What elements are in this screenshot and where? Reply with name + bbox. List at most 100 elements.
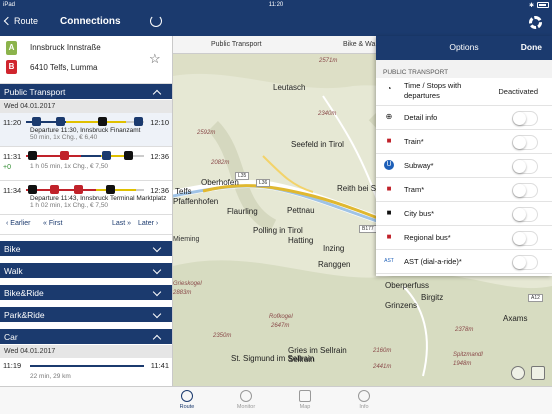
section-walk[interactable]: Walk (0, 263, 172, 279)
connection-departure-info: Departure 11:30, Innsbruck Finanzamt (30, 127, 141, 134)
section-park-and-ride[interactable]: Park&Ride (0, 307, 172, 323)
section-bike-and-ride[interactable]: Bike&Ride (0, 285, 172, 301)
done-button[interactable]: Done (521, 42, 542, 52)
city-bus-toggle[interactable] (512, 207, 538, 222)
car-route-bar (30, 365, 144, 367)
origin-label: Innsbruck Innstraße (30, 43, 101, 52)
tab-map[interactable]: Map (285, 390, 325, 410)
section-car[interactable]: Car (0, 329, 172, 345)
first-label: First (48, 220, 63, 227)
destination-pin-icon: B (6, 60, 17, 74)
place-label: Grinzens (385, 301, 418, 310)
tab-label: Route (179, 404, 195, 410)
train-icon: ■ (386, 136, 392, 145)
section-label: Car (4, 332, 18, 342)
option-time-stops[interactable]: ◔ Time / Stops with departures Deactivat… (376, 78, 552, 106)
section-public-transport[interactable]: Public Transport (0, 84, 172, 100)
route-summary[interactable]: A Innsbruck Innstraße B 6410 Telfs, Lumm… (0, 36, 172, 84)
car-connection-row[interactable]: 11:19 11:41 22 min, 29 km (0, 358, 172, 386)
earlier-button[interactable]: ‹ Earlier (6, 220, 31, 227)
peak-label: 2592m (197, 130, 216, 136)
peak-label: Spitzmandl (453, 352, 483, 358)
journey-track (26, 117, 144, 126)
tram-toggle[interactable] (512, 183, 538, 198)
refresh-icon[interactable] (150, 15, 162, 27)
chevron-down-icon (152, 265, 162, 275)
tab-route[interactable]: Route (167, 390, 207, 410)
place-label: Oberperfuss (385, 281, 430, 290)
peak-label: 2378m (455, 327, 474, 333)
date-header: Wed 04.01.2017 (0, 345, 172, 358)
favorite-star-icon[interactable]: ☆ (149, 51, 161, 67)
subway-icon: U (384, 160, 394, 170)
tab-monitor[interactable]: Monitor (226, 390, 266, 410)
regional-bus-toggle[interactable] (512, 231, 538, 246)
option-label: Detail info (404, 113, 438, 122)
place-label: Pfaffenhofen (173, 197, 219, 206)
connection-departure-info: Departure 11:43, Innsbruck Terminal Mark… (30, 195, 167, 202)
option-label: City bus* (404, 209, 435, 218)
place-label: St. Sigmund im Sellrain (231, 354, 315, 363)
section-bike[interactable]: Bike (0, 241, 172, 257)
map-layers-icon[interactable] (531, 366, 545, 380)
section-label: Bike&Ride (4, 288, 44, 298)
connection-row[interactable]: 11:34 12:36 Departure 11:43, Innsbruck T… (0, 181, 172, 215)
detail-info-toggle[interactable] (512, 111, 538, 126)
peak-label: 2571m (319, 58, 338, 64)
bluetooth-icon: ✱ (528, 3, 534, 9)
back-button[interactable]: Route (3, 16, 38, 26)
subway-toggle[interactable] (512, 159, 538, 174)
delay-badge: +0 (3, 164, 11, 171)
road-badge: B177 (359, 225, 377, 233)
walk-icon (102, 151, 111, 160)
compass-icon (181, 390, 193, 402)
option-regional-bus: ■ Regional bus* (376, 226, 552, 250)
option-label: AST (dial-a-ride)* (404, 257, 462, 266)
peak-label: 1948m (453, 361, 472, 367)
first-button[interactable]: « First (43, 220, 62, 227)
departure-time: 11:19 (3, 361, 22, 370)
peak-label: 2441m (373, 364, 392, 370)
connection-duration-info: 50 min, 1x Chg., € 6,40 (30, 134, 98, 141)
chevron-down-icon (152, 309, 162, 319)
bus-icon (28, 185, 37, 194)
journey-track (26, 151, 144, 160)
section-label: Walk (4, 266, 23, 276)
option-label: Tram* (404, 185, 425, 194)
peak-label: 2340m (318, 111, 337, 117)
option-label: Time / Stops with departures (404, 81, 462, 100)
tab-public-transport[interactable]: Public Transport (211, 41, 262, 48)
connections-panel: A Innsbruck Innstraße B 6410 Telfs, Lumm… (0, 36, 173, 386)
place-label: Birgitz (421, 293, 444, 302)
journey-track (26, 185, 144, 194)
train-toggle[interactable] (512, 135, 538, 150)
bus-icon (98, 117, 107, 126)
option-detail-info: ⊕ Detail info (376, 106, 552, 130)
walk-icon (134, 117, 143, 126)
connection-row[interactable]: 11:20 12:10 Departure 11:30, Innsbruck F… (0, 113, 172, 147)
road-badge: A12 (528, 294, 543, 302)
info-icon (358, 390, 370, 402)
last-label: Last (112, 220, 126, 227)
last-button[interactable]: Last » (112, 220, 131, 227)
connection-duration-info: 1 h 02 min, 1x Chg., € 7,50 (30, 202, 109, 209)
tab-bar: Route Monitor Map Info (0, 386, 552, 414)
tab-info[interactable]: Info (344, 390, 384, 410)
road-badge: L36 (256, 179, 271, 187)
connection-row[interactable]: 11:31 +0 12:36 1 h 05 min, 1x Chg., € 7,… (0, 147, 172, 181)
bus-icon (28, 151, 37, 160)
later-button[interactable]: Later › (138, 220, 158, 227)
locate-me-icon[interactable] (511, 366, 525, 380)
plus-circle-icon: ⊕ (385, 112, 393, 121)
arrival-time: 12:36 (150, 186, 169, 195)
chevron-down-icon (152, 243, 162, 253)
tram-icon: ■ (386, 184, 392, 193)
option-train: ■ Train* (376, 130, 552, 154)
ast-toggle[interactable] (512, 255, 538, 270)
connections-nav-bar: Route Connections (0, 10, 173, 36)
arrival-time: 12:36 (150, 152, 169, 161)
status-bar: iPad 11:20 ✱ (0, 0, 552, 10)
option-label: Train* (404, 137, 424, 146)
tab-bike-walk[interactable]: Bike & Wa (343, 41, 375, 48)
gear-icon[interactable] (529, 16, 542, 29)
